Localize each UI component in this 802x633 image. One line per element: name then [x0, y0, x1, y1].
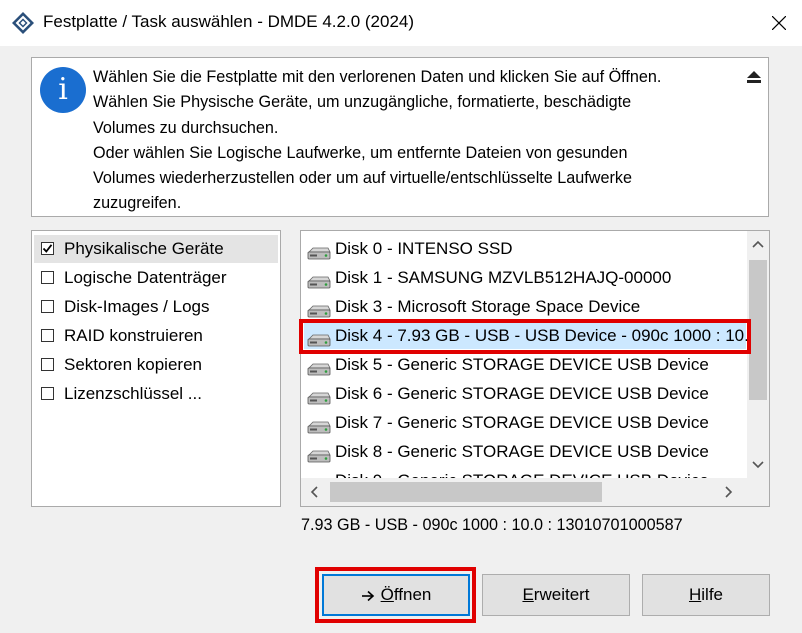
- disk-row-selected[interactable]: Disk 4 - 7.93 GB - USB - USB Device - 09…: [304, 322, 748, 350]
- disk-row[interactable]: Disk 9 - Generic STORAGE DEVICE USB Devi…: [304, 467, 748, 478]
- horizontal-scroll-thumb[interactable]: [330, 482, 602, 502]
- help-label: ilfe: [701, 585, 723, 604]
- close-icon: [772, 16, 786, 30]
- disk-label: Disk 4 - 7.93 GB - USB - USB Device - 09…: [335, 326, 748, 345]
- task-item-physical-devices[interactable]: Physikalische Geräte: [34, 235, 278, 263]
- open-label: ffnen: [393, 585, 432, 604]
- info-line: Oder wählen Sie Logische Laufwerke, um e…: [93, 143, 628, 162]
- info-panel: i Wählen Sie die Festplatte mit den verl…: [31, 57, 769, 217]
- task-item-license-key[interactable]: Lizenzschlüssel ...: [34, 380, 278, 408]
- checkbox[interactable]: [41, 300, 54, 313]
- disk-label: Disk 7 - Generic STORAGE DEVICE USB Devi…: [335, 413, 709, 432]
- disk-label: Disk 6 - Generic STORAGE DEVICE USB Devi…: [335, 384, 709, 403]
- disk-label: Disk 1 - SAMSUNG MZVLB512HAJQ-00000: [335, 268, 672, 287]
- info-line: Wählen Sie die Festplatte mit den verlor…: [93, 68, 662, 86]
- disk-row[interactable]: Disk 5 - Generic STORAGE DEVICE USB Devi…: [304, 351, 748, 379]
- advanced-label: rweitert: [533, 585, 590, 604]
- disk-row[interactable]: Disk 8 - Generic STORAGE DEVICE USB Devi…: [304, 438, 748, 466]
- info-icon: i: [40, 67, 86, 113]
- scroll-left-icon[interactable]: [310, 486, 318, 498]
- task-item-copy-sectors[interactable]: Sektoren kopieren: [34, 351, 278, 379]
- task-item-logical-drives[interactable]: Logische Datenträger: [34, 264, 278, 292]
- advanced-button[interactable]: Erweitert: [482, 574, 630, 616]
- disk-label: Disk 8 - Generic STORAGE DEVICE USB Devi…: [335, 442, 709, 461]
- task-item-raid[interactable]: RAID konstruieren: [34, 322, 278, 350]
- scrollbar-corner: [747, 478, 769, 506]
- scroll-right-icon[interactable]: [725, 486, 733, 498]
- task-list: Physikalische Geräte Logische Datenträge…: [31, 230, 281, 507]
- task-item-disk-images[interactable]: Disk-Images / Logs: [34, 293, 278, 321]
- task-label: Disk-Images / Logs: [64, 297, 210, 316]
- disk-label: Disk 5 - Generic STORAGE DEVICE USB Devi…: [335, 355, 709, 374]
- checkbox-checked[interactable]: [41, 242, 54, 255]
- help-button[interactable]: Hilfe: [642, 574, 770, 616]
- scroll-down-icon[interactable]: [752, 461, 764, 469]
- vertical-scroll-thumb[interactable]: [749, 260, 767, 400]
- arrow-right-icon: [361, 590, 374, 601]
- scroll-up-icon[interactable]: [752, 240, 764, 248]
- info-line: zuzugreifen.: [93, 194, 182, 213]
- checkbox[interactable]: [41, 329, 54, 342]
- advanced-accel: E: [522, 585, 534, 604]
- info-line: Wählen Sie Physische Geräte, um unzugäng…: [93, 93, 632, 112]
- task-label: Sektoren kopieren: [64, 355, 202, 374]
- dmde-app-icon: [11, 11, 35, 35]
- disk-row[interactable]: Disk 1 - SAMSUNG MZVLB512HAJQ-00000: [304, 264, 748, 292]
- task-label: Logische Datenträger: [64, 268, 227, 287]
- eject-collapse-icon[interactable]: [746, 70, 762, 84]
- info-text: Wählen Sie die Festplatte mit den verlor…: [93, 65, 733, 217]
- task-label: Physikalische Geräte: [64, 239, 224, 258]
- disk-row[interactable]: Disk 3 - Microsoft Storage Space Device: [304, 293, 748, 321]
- open-accel: Ö: [380, 585, 394, 604]
- task-label: Lizenzschlüssel ...: [64, 384, 202, 403]
- disk-label: Disk 0 - INTENSO SSD: [335, 239, 513, 258]
- checkbox[interactable]: [41, 387, 54, 400]
- checkbox[interactable]: [41, 358, 54, 371]
- disk-list: Disk 0 - INTENSO SSD Disk 1 - SAMSUNG MZ…: [300, 230, 770, 507]
- close-button[interactable]: [756, 0, 802, 46]
- help-accel: H: [688, 585, 702, 604]
- open-button[interactable]: Öffnen: [322, 574, 470, 616]
- check-icon: [42, 244, 53, 253]
- vertical-scrollbar[interactable]: [747, 231, 769, 478]
- info-line: Volumes zu durchsuchen.: [93, 118, 279, 137]
- task-label: RAID konstruieren: [64, 326, 203, 345]
- disk-row[interactable]: Disk 6 - Generic STORAGE DEVICE USB Devi…: [304, 380, 748, 408]
- disk-row[interactable]: Disk 7 - Generic STORAGE DEVICE USB Devi…: [304, 409, 748, 437]
- window-title: Festplatte / Task auswählen - DMDE 4.2.0…: [43, 12, 415, 31]
- disk-label: Disk 9 - Generic STORAGE DEVICE USB Devi…: [335, 467, 709, 478]
- title-bar: Festplatte / Task auswählen - DMDE 4.2.0…: [0, 0, 802, 46]
- info-line: Volumes wiederherzustellen oder um auf v…: [93, 169, 632, 188]
- disk-label: Disk 3 - Microsoft Storage Space Device: [335, 297, 641, 316]
- disk-list-viewport: Disk 0 - INTENSO SSD Disk 1 - SAMSUNG MZ…: [301, 231, 748, 478]
- horizontal-scrollbar[interactable]: [301, 478, 747, 506]
- disk-row[interactable]: Disk 0 - INTENSO SSD: [304, 235, 748, 263]
- selected-disk-info: 7.93 GB - USB - 090c 1000 : 10.0 : 13010…: [301, 516, 683, 534]
- checkbox[interactable]: [41, 271, 54, 284]
